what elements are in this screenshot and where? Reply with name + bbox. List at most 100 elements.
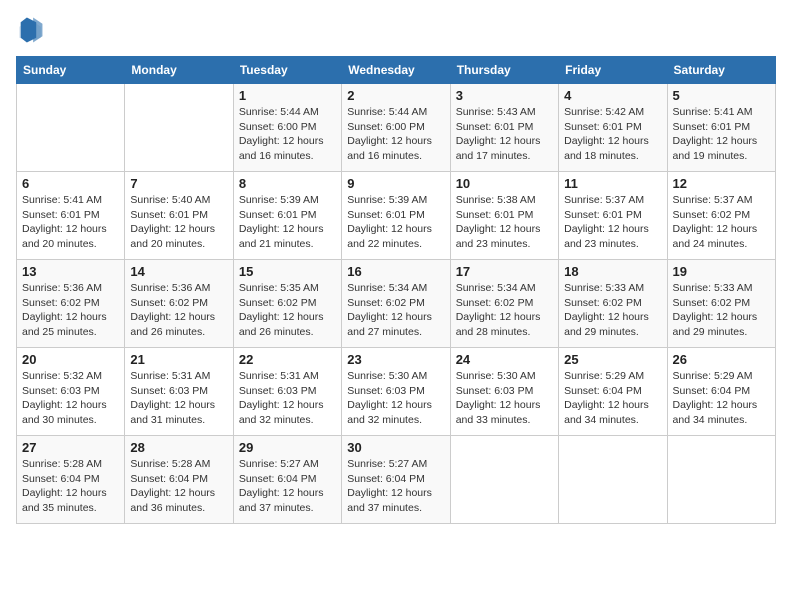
header-day-monday: Monday (125, 57, 233, 84)
header-day-saturday: Saturday (667, 57, 775, 84)
cell-info: Sunrise: 5:38 AMSunset: 6:01 PMDaylight:… (456, 193, 553, 252)
cell-info: Sunrise: 5:33 AMSunset: 6:02 PMDaylight:… (564, 281, 661, 340)
calendar-cell: 12 Sunrise: 5:37 AMSunset: 6:02 PMDayligh… (667, 172, 775, 260)
day-number: 21 (130, 352, 227, 367)
header-day-tuesday: Tuesday (233, 57, 341, 84)
day-number: 19 (673, 264, 770, 279)
page-header (16, 16, 776, 44)
cell-info: Sunrise: 5:28 AMSunset: 6:04 PMDaylight:… (130, 457, 227, 516)
day-number: 7 (130, 176, 227, 191)
cell-info: Sunrise: 5:36 AMSunset: 6:02 PMDaylight:… (22, 281, 119, 340)
calendar-cell: 6Sunrise: 5:41 AMSunset: 6:01 PMDaylight… (17, 172, 125, 260)
calendar-cell: 22 Sunrise: 5:31 AMSunset: 6:03 PMDayligh… (233, 348, 341, 436)
calendar-cell: 17Sunrise: 5:34 AMSunset: 6:02 PMDayligh… (450, 260, 558, 348)
calendar-cell: 25 Sunrise: 5:29 AMSunset: 6:04 PMDayligh… (559, 348, 667, 436)
calendar-cell (667, 436, 775, 524)
calendar-cell: 2Sunrise: 5:44 AMSunset: 6:00 PMDaylight… (342, 84, 450, 172)
calendar-cell (17, 84, 125, 172)
cell-info: Sunrise: 5:29 AMSunset: 6:04 PMDaylight:… (673, 369, 770, 428)
cell-info: Sunrise: 5:35 AMSunset: 6:02 PMDaylight:… (239, 281, 336, 340)
day-number: 15 (239, 264, 336, 279)
day-number: 9 (347, 176, 444, 191)
week-row-1: 1Sunrise: 5:44 AMSunset: 6:00 PMDaylight… (17, 84, 776, 172)
header-day-sunday: Sunday (17, 57, 125, 84)
cell-info: Sunrise: 5:27 AMSunset: 6:04 PMDaylight:… (239, 457, 336, 516)
day-number: 18 (564, 264, 661, 279)
day-number: 3 (456, 88, 553, 103)
calendar-cell: 8Sunrise: 5:39 AMSunset: 6:01 PMDaylight… (233, 172, 341, 260)
calendar-cell: 27Sunrise: 5:28 AMSunset: 6:04 PMDayligh… (17, 436, 125, 524)
header-row: SundayMondayTuesdayWednesdayThursdayFrid… (17, 57, 776, 84)
cell-info: Sunrise: 5:34 AMSunset: 6:02 PMDaylight:… (347, 281, 444, 340)
calendar-cell: 18 Sunrise: 5:33 AMSunset: 6:02 PMDayligh… (559, 260, 667, 348)
calendar-cell (125, 84, 233, 172)
logo (16, 16, 48, 44)
calendar-cell: 7 Sunrise: 5:40 AMSunset: 6:01 PMDaylight… (125, 172, 233, 260)
calendar-cell: 26Sunrise: 5:29 AMSunset: 6:04 PMDayligh… (667, 348, 775, 436)
day-number: 14 (130, 264, 227, 279)
cell-info: Sunrise: 5:27 AMSunset: 6:04 PMDaylight:… (347, 457, 444, 516)
calendar-cell: 5 Sunrise: 5:41 AMSunset: 6:01 PMDaylight… (667, 84, 775, 172)
calendar-cell: 16 Sunrise: 5:34 AMSunset: 6:02 PMDayligh… (342, 260, 450, 348)
day-number: 25 (564, 352, 661, 367)
cell-info: Sunrise: 5:43 AMSunset: 6:01 PMDaylight:… (456, 105, 553, 164)
calendar-cell: 29 Sunrise: 5:27 AMSunset: 6:04 PMDayligh… (233, 436, 341, 524)
calendar-cell: 11 Sunrise: 5:37 AMSunset: 6:01 PMDayligh… (559, 172, 667, 260)
calendar-cell: 15 Sunrise: 5:35 AMSunset: 6:02 PMDayligh… (233, 260, 341, 348)
cell-info: Sunrise: 5:31 AMSunset: 6:03 PMDaylight:… (130, 369, 227, 428)
cell-info: Sunrise: 5:30 AMSunset: 6:03 PMDaylight:… (347, 369, 444, 428)
calendar-cell: 24 Sunrise: 5:30 AMSunset: 6:03 PMDayligh… (450, 348, 558, 436)
cell-info: Sunrise: 5:37 AMSunset: 6:02 PMDaylight:… (673, 193, 770, 252)
calendar-cell (559, 436, 667, 524)
header-day-wednesday: Wednesday (342, 57, 450, 84)
day-number: 28 (130, 440, 227, 455)
day-number: 4 (564, 88, 661, 103)
cell-info: Sunrise: 5:44 AMSunset: 6:00 PMDaylight:… (347, 105, 444, 164)
logo-icon (16, 16, 44, 44)
cell-info: Sunrise: 5:44 AMSunset: 6:00 PMDaylight:… (239, 105, 336, 164)
calendar-cell: 23 Sunrise: 5:30 AMSunset: 6:03 PMDayligh… (342, 348, 450, 436)
day-number: 23 (347, 352, 444, 367)
week-row-4: 20 Sunrise: 5:32 AMSunset: 6:03 PMDayligh… (17, 348, 776, 436)
cell-info: Sunrise: 5:41 AMSunset: 6:01 PMDaylight:… (673, 105, 770, 164)
calendar-cell (450, 436, 558, 524)
cell-info: Sunrise: 5:33 AMSunset: 6:02 PMDaylight:… (673, 281, 770, 340)
cell-info: Sunrise: 5:37 AMSunset: 6:01 PMDaylight:… (564, 193, 661, 252)
calendar-cell: 1Sunrise: 5:44 AMSunset: 6:00 PMDaylight… (233, 84, 341, 172)
calendar-cell: 19 Sunrise: 5:33 AMSunset: 6:02 PMDayligh… (667, 260, 775, 348)
calendar-cell: 30 Sunrise: 5:27 AMSunset: 6:04 PMDayligh… (342, 436, 450, 524)
calendar-cell: 13 Sunrise: 5:36 AMSunset: 6:02 PMDayligh… (17, 260, 125, 348)
day-number: 24 (456, 352, 553, 367)
cell-info: Sunrise: 5:42 AMSunset: 6:01 PMDaylight:… (564, 105, 661, 164)
cell-info: Sunrise: 5:40 AMSunset: 6:01 PMDaylight:… (130, 193, 227, 252)
week-row-5: 27 Sunrise: 5:28 AMSunset: 6:04 PMDayligh… (17, 436, 776, 524)
calendar-cell: 3 Sunrise: 5:43 AMSunset: 6:01 PMDaylight… (450, 84, 558, 172)
day-number: 29 (239, 440, 336, 455)
calendar-body: 1Sunrise: 5:44 AMSunset: 6:00 PMDaylight… (17, 84, 776, 524)
calendar-header: SundayMondayTuesdayWednesdayThursdayFrid… (17, 57, 776, 84)
day-number: 30 (347, 440, 444, 455)
day-number: 16 (347, 264, 444, 279)
week-row-3: 13 Sunrise: 5:36 AMSunset: 6:02 PMDayligh… (17, 260, 776, 348)
day-number: 13 (22, 264, 119, 279)
day-number: 6 (22, 176, 119, 191)
day-number: 10 (456, 176, 553, 191)
day-number: 20 (22, 352, 119, 367)
calendar-cell: 20 Sunrise: 5:32 AMSunset: 6:03 PMDayligh… (17, 348, 125, 436)
day-number: 11 (564, 176, 661, 191)
calendar-cell: 9Sunrise: 5:39 AMSunset: 6:01 PMDaylight… (342, 172, 450, 260)
cell-info: Sunrise: 5:32 AMSunset: 6:03 PMDaylight:… (22, 369, 119, 428)
day-number: 12 (673, 176, 770, 191)
day-number: 22 (239, 352, 336, 367)
calendar-cell: 4 Sunrise: 5:42 AMSunset: 6:01 PMDaylight… (559, 84, 667, 172)
calendar-cell: 10 Sunrise: 5:38 AMSunset: 6:01 PMDayligh… (450, 172, 558, 260)
cell-info: Sunrise: 5:30 AMSunset: 6:03 PMDaylight:… (456, 369, 553, 428)
cell-info: Sunrise: 5:34 AMSunset: 6:02 PMDaylight:… (456, 281, 553, 340)
calendar-table: SundayMondayTuesdayWednesdayThursdayFrid… (16, 56, 776, 524)
day-number: 27 (22, 440, 119, 455)
cell-info: Sunrise: 5:36 AMSunset: 6:02 PMDaylight:… (130, 281, 227, 340)
cell-info: Sunrise: 5:31 AMSunset: 6:03 PMDaylight:… (239, 369, 336, 428)
cell-info: Sunrise: 5:29 AMSunset: 6:04 PMDaylight:… (564, 369, 661, 428)
week-row-2: 6Sunrise: 5:41 AMSunset: 6:01 PMDaylight… (17, 172, 776, 260)
day-number: 5 (673, 88, 770, 103)
